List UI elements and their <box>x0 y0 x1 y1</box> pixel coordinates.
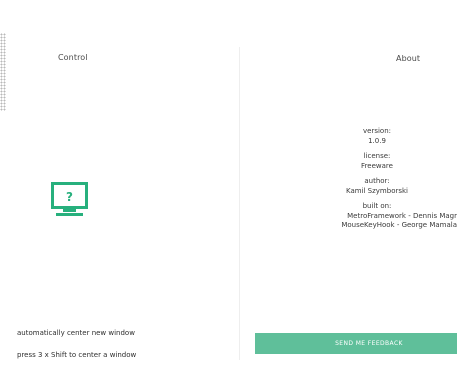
monitor-icon-graphic: ? <box>51 182 88 216</box>
control-heading: Control <box>58 53 88 62</box>
about-info: version: 1.0.9 license: Freeware author:… <box>300 127 457 231</box>
question-mark-glyph: ? <box>66 190 73 204</box>
license-value: Freeware <box>361 161 393 170</box>
builton-item-metroframework: MetroFramework - Dennis Magr <box>347 211 457 220</box>
panel-divider <box>239 47 240 360</box>
monitor-question-icon: ? <box>51 182 88 217</box>
option-shift-center[interactable]: press 3 x Shift to center a window <box>17 351 136 359</box>
license-label: license: <box>363 152 391 160</box>
send-feedback-button[interactable]: SEND ME FEEDBACK <box>255 333 457 354</box>
builton-item-mousekeyhook: MouseKeyHook - George Mamala <box>341 221 457 229</box>
about-heading: About <box>396 54 421 63</box>
builton-label: built on: <box>362 202 392 210</box>
version-label: version: <box>363 127 391 135</box>
author-value: Kamil Szymborski <box>345 186 409 195</box>
option-auto-center[interactable]: automatically center new window <box>17 329 135 337</box>
app-window: Control About ? version: 1.0.9 license: … <box>0 0 457 378</box>
author-label: author: <box>364 177 390 185</box>
version-value: 1.0.9 <box>368 136 386 145</box>
window-edge-grip <box>0 33 6 111</box>
